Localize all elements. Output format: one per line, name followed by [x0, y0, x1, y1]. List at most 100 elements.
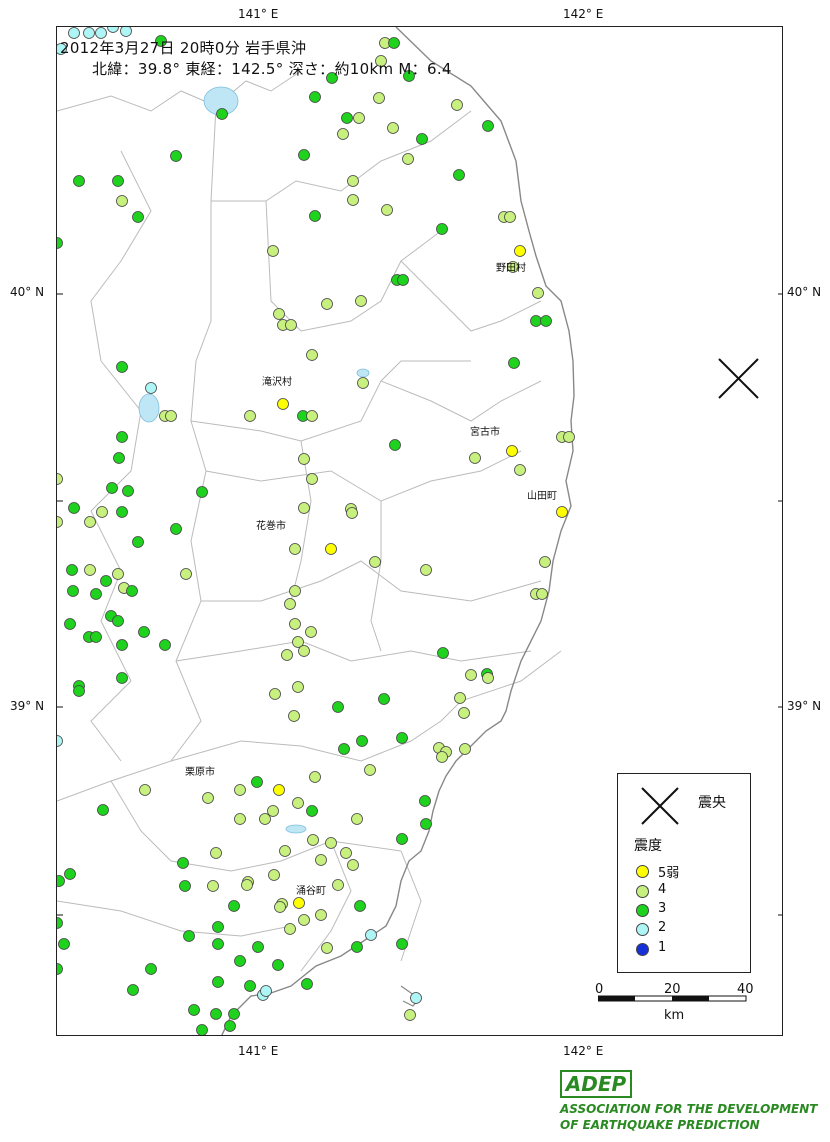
station-4: [514, 464, 526, 476]
station-4: [259, 813, 271, 825]
station-4: [454, 692, 466, 704]
place-label: 宮古市: [470, 427, 500, 438]
event-details: 北緯：39.8° 東経：142.5° 深さ：約10km M：6.4: [92, 60, 452, 78]
lake: [285, 824, 307, 834]
station-3: [112, 175, 124, 187]
place-label: 山田町: [527, 491, 557, 502]
station-3: [122, 485, 134, 497]
station-4: [357, 377, 369, 389]
station-3: [341, 112, 353, 124]
station-3: [416, 133, 428, 145]
station-3: [68, 502, 80, 514]
station-3: [196, 486, 208, 498]
station-3: [309, 210, 321, 222]
station-4: [381, 204, 393, 216]
station-4: [281, 649, 293, 661]
station-2: [260, 985, 272, 997]
station-5-lower: [514, 245, 526, 257]
station-4: [306, 473, 318, 485]
station-3: [64, 618, 76, 630]
municipal-boundary: [380, 380, 542, 422]
place-label: 栗原市: [185, 767, 215, 778]
station-3: [179, 880, 191, 892]
station-3: [73, 685, 85, 697]
station-3: [309, 91, 321, 103]
station-3: [396, 732, 408, 744]
station-3: [106, 482, 118, 494]
station-3: [145, 963, 157, 975]
scale-bar: 0 20 40 km: [595, 982, 754, 1034]
station-4: [84, 564, 96, 576]
epicenter-label: 震央: [698, 795, 726, 811]
station-4: [207, 880, 219, 892]
station-4: [112, 568, 124, 580]
station-4: [337, 128, 349, 140]
station-4: [289, 618, 301, 630]
station-4: [504, 211, 516, 223]
station-4: [267, 245, 279, 257]
station-3: [57, 237, 63, 249]
station-3: [57, 917, 63, 929]
station-3: [116, 361, 128, 373]
station-3: [100, 575, 112, 587]
municipal-boundary: [211, 110, 472, 202]
station-3: [212, 938, 224, 950]
place-label: 滝沢村: [262, 377, 292, 388]
station-3: [188, 1004, 200, 1016]
station-4: [353, 112, 365, 124]
legend-swatch: [636, 885, 649, 898]
municipal-boundary: [201, 560, 542, 602]
legend: 震央 震度 5弱 4 3 2 1: [617, 773, 751, 973]
station-4: [292, 681, 304, 693]
municipal-boundary: [57, 105, 217, 802]
station-3: [57, 963, 63, 975]
station-3: [216, 108, 228, 120]
station-3: [112, 615, 124, 627]
station-4: [57, 516, 63, 528]
station-2: [365, 929, 377, 941]
station-3: [64, 868, 76, 880]
station-3: [389, 439, 401, 451]
station-4: [332, 879, 344, 891]
station-4: [116, 195, 128, 207]
lat-label-39-right: 39° N: [787, 699, 822, 713]
station-2: [145, 382, 157, 394]
station-4: [539, 556, 551, 568]
station-3: [58, 938, 70, 950]
station-4: [469, 452, 481, 464]
station-3: [306, 805, 318, 817]
station-5-lower: [273, 784, 285, 796]
station-2: [57, 735, 63, 747]
station-3: [210, 1008, 222, 1020]
legend-swatch: [636, 923, 649, 936]
station-3: [356, 735, 368, 747]
station-3: [252, 941, 264, 953]
station-4: [306, 410, 318, 422]
station-4: [298, 453, 310, 465]
station-3: [354, 900, 366, 912]
station-3: [170, 150, 182, 162]
station-3: [419, 795, 431, 807]
legend-label: 5弱: [658, 866, 680, 881]
station-3: [396, 938, 408, 950]
station-3: [234, 955, 246, 967]
station-4: [482, 672, 494, 684]
station-3: [90, 631, 102, 643]
station-3: [126, 585, 138, 597]
station-3: [113, 452, 125, 464]
scale-tick-label: 20: [664, 982, 681, 997]
municipal-boundary: [175, 640, 532, 662]
station-5-lower: [277, 398, 289, 410]
station-4: [57, 473, 63, 485]
station-4: [289, 585, 301, 597]
station-2: [120, 27, 132, 37]
station-4: [321, 942, 333, 954]
station-3: [127, 984, 139, 996]
logo-line-1: ASSOCIATION FOR THE DEVELOPMENT: [560, 1102, 818, 1116]
scale-unit: km: [664, 1008, 685, 1023]
station-3: [298, 149, 310, 161]
station-3: [351, 941, 363, 953]
station-3: [212, 976, 224, 988]
logo-mark: ADEP: [560, 1070, 632, 1098]
station-3: [196, 1024, 208, 1035]
